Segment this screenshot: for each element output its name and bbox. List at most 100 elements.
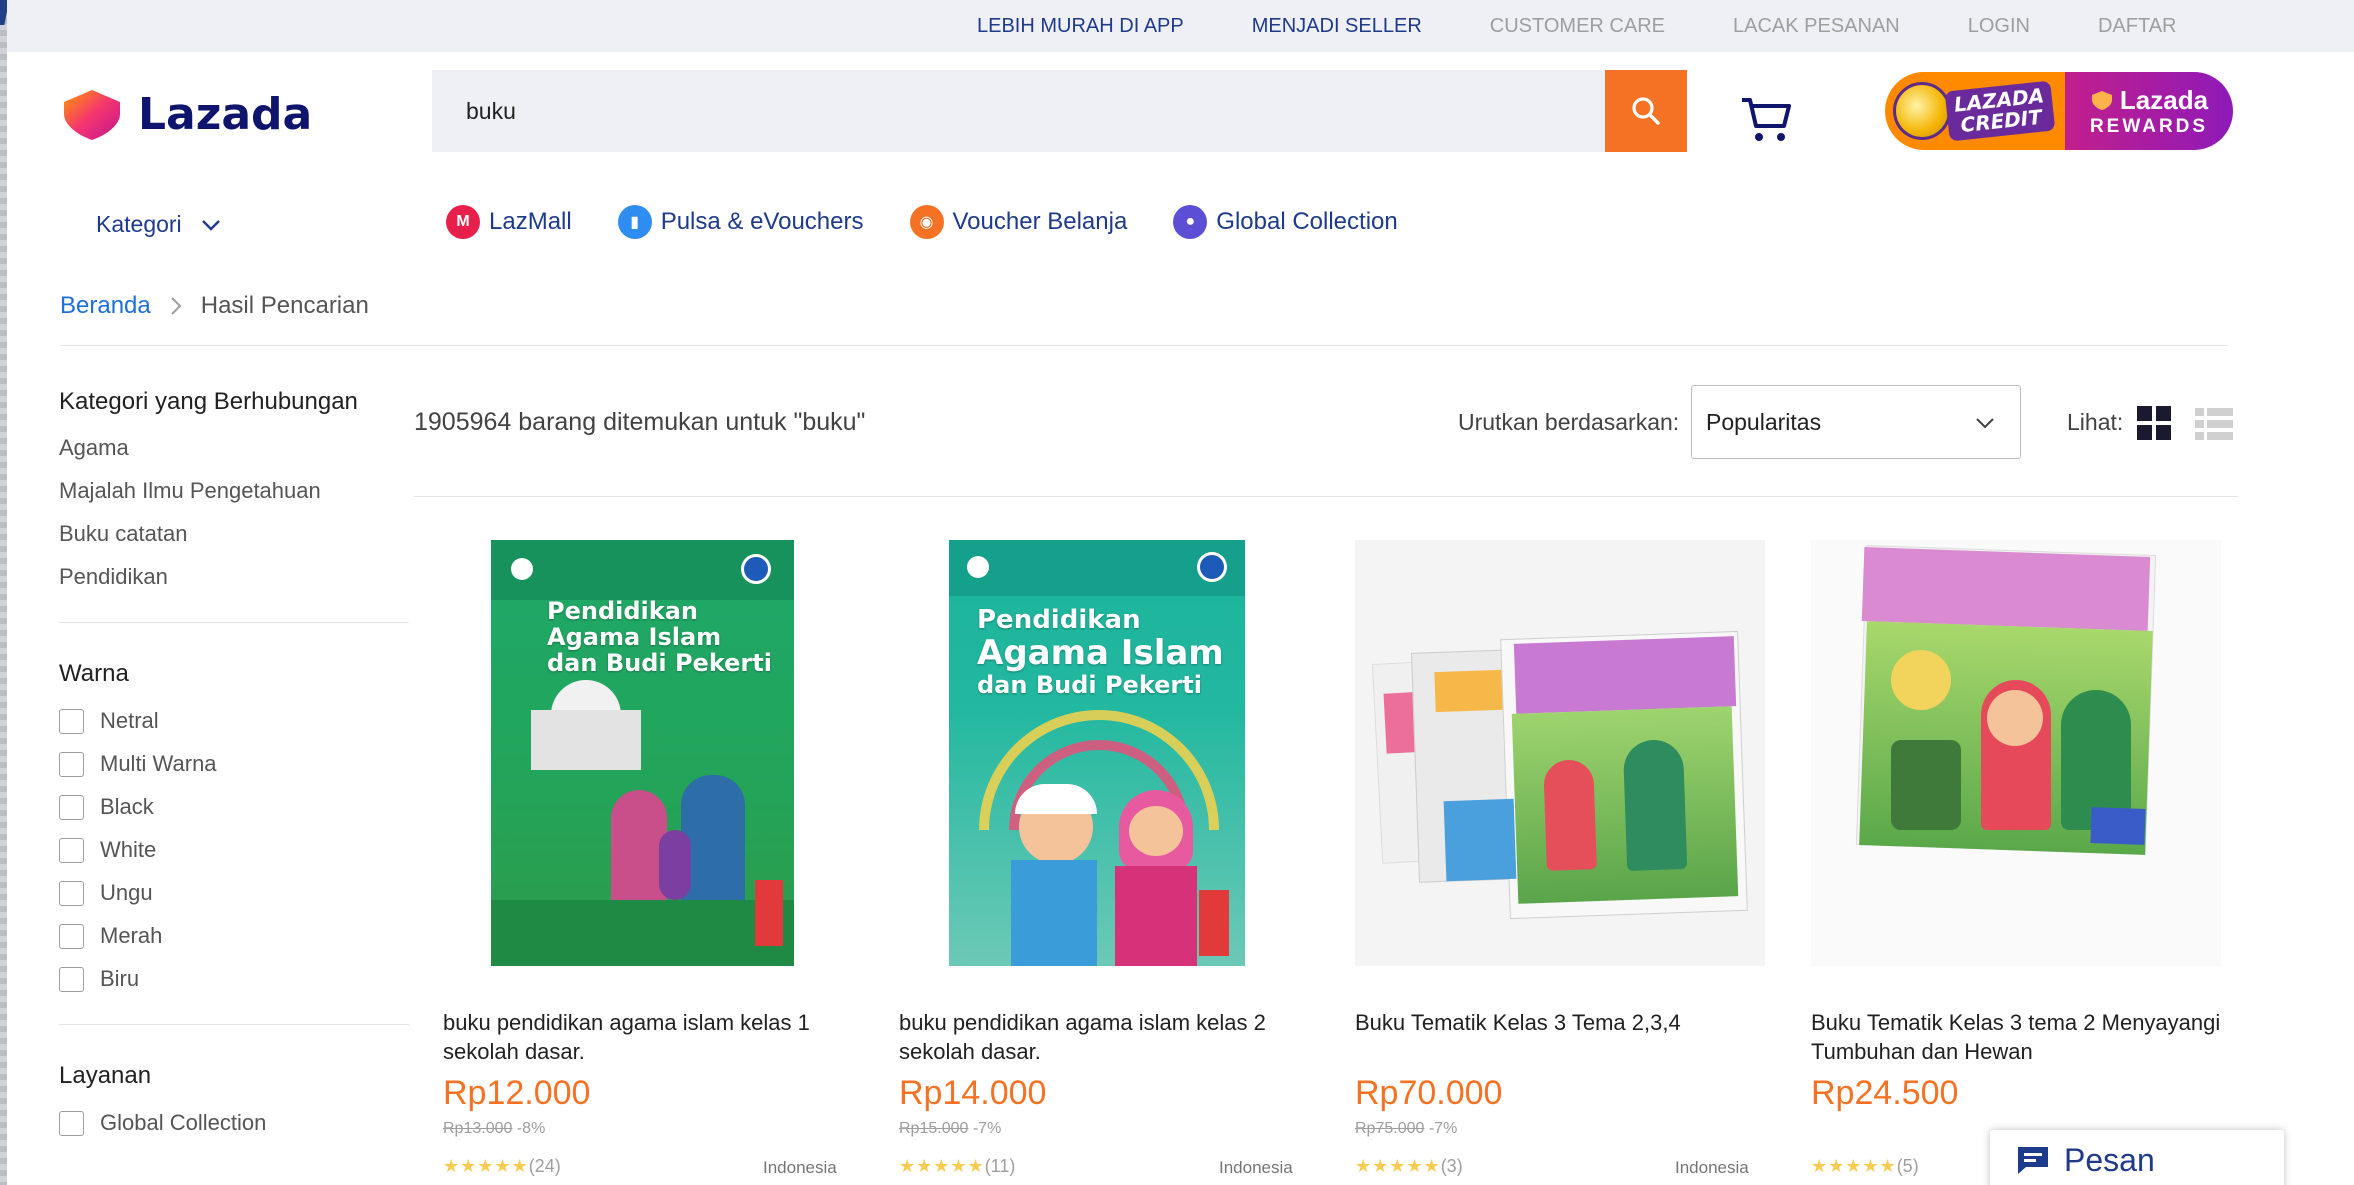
list-view-icon[interactable] — [2195, 408, 2233, 440]
voucher-icon: ◉ — [909, 205, 944, 239]
nav-label: LazMall — [489, 208, 572, 235]
heart-icon — [2091, 91, 2112, 110]
breadcrumb-current: Hasil Pencarian — [200, 292, 369, 319]
product-location: Indonesia — [1675, 1158, 1749, 1177]
top-utility-bar: LEBIH MURAH DI APP MENJADI SELLER CUSTOM… — [7, 0, 2354, 52]
star-rating-icons: ★★★★★ — [899, 1156, 985, 1176]
promo-badges: LAZADA CREDIT Lazada REWARDS — [1885, 72, 2233, 150]
cover-line-3: dan Budi Pekerti — [977, 671, 1202, 699]
top-link-track-order[interactable]: LACAK PESANAN — [1733, 15, 1900, 38]
product-title[interactable]: buku pendidikan agama islam kelas 2 seko… — [899, 1008, 1319, 1066]
checkbox[interactable] — [59, 708, 84, 734]
checkbox[interactable] — [59, 923, 84, 949]
checkbox[interactable] — [59, 751, 84, 777]
color-filter-option[interactable]: Ungu — [59, 880, 409, 906]
product-title[interactable]: Buku Tematik Kelas 3 tema 2 Menyayangi T… — [1811, 1008, 2231, 1066]
related-category-link[interactable]: Pendidikan — [59, 566, 409, 588]
color-filter-option[interactable]: Netral — [59, 708, 409, 734]
lazmall-icon: M — [446, 205, 480, 239]
logo-wordmark: Lazada — [138, 88, 313, 140]
divider — [60, 345, 2228, 346]
related-category-link[interactable]: Buku catatan — [59, 523, 409, 545]
nav-link-global[interactable]: ● Global Collection — [1173, 205, 1398, 239]
color-filter-option[interactable]: Multi Warna — [59, 751, 409, 777]
top-link-app[interactable]: LEBIH MURAH DI APP — [977, 15, 1184, 38]
rating-count: (11) — [984, 1156, 1016, 1176]
chevron-down-icon — [201, 219, 220, 231]
product-location: Indonesia — [1219, 1158, 1293, 1177]
search-input[interactable] — [432, 70, 1607, 152]
color-filter-option[interactable]: Biru — [59, 966, 409, 992]
color-filter-title: Warna — [59, 660, 129, 687]
lazada-logo[interactable]: Lazada — [60, 86, 312, 142]
discount: -8% — [516, 1120, 546, 1137]
product-image[interactable]: Pendidikan Agama Islam dan Budi Pekerti — [491, 540, 794, 966]
chat-label: Pesan — [2064, 1141, 2155, 1178]
related-category-link[interactable]: Agama — [59, 437, 409, 459]
kategori-dropdown[interactable]: Kategori — [96, 211, 222, 238]
nav-link-pulsa[interactable]: ▮ Pulsa & eVouchers — [617, 205, 864, 239]
search-button[interactable] — [1605, 70, 1687, 152]
product-price: Rp12.000 — [443, 1074, 591, 1112]
product-location: Indonesia — [763, 1158, 837, 1177]
rewards-top: Lazada — [2090, 85, 2208, 116]
pulsa-icon: ▮ — [617, 205, 652, 239]
left-edge-strip — [0, 0, 7, 1185]
checkbox-label: Netral — [100, 708, 159, 733]
product-original-price: Rp15.000 -7% — [899, 1120, 1001, 1138]
checkbox[interactable] — [59, 794, 84, 820]
checkbox[interactable] — [59, 880, 84, 906]
chat-bubble-icon — [2018, 1147, 2048, 1174]
product-price: Rp70.000 — [1355, 1074, 1503, 1112]
breadcrumb-home[interactable]: Beranda — [60, 292, 151, 320]
chat-button[interactable]: Pesan — [1990, 1130, 2284, 1185]
product-image[interactable]: Pendidikan Agama Islam dan Budi Pekerti — [949, 540, 1245, 966]
product-rating: ★★★★★ (3) — [1355, 1156, 1463, 1177]
sort-label: Urutkan berdasarkan: — [1458, 409, 1680, 435]
top-link-login[interactable]: LOGIN — [1968, 15, 2030, 38]
color-filter-option[interactable]: White — [59, 837, 409, 863]
discount: -7% — [972, 1120, 1002, 1137]
product-title[interactable]: Buku Tematik Kelas 3 Tema 2,3,4 — [1355, 1008, 1775, 1037]
service-filter-option[interactable]: Global Collection — [59, 1110, 409, 1136]
original-price: Rp15.000 — [899, 1120, 969, 1137]
product-title[interactable]: buku pendidikan agama islam kelas 1 seko… — [443, 1008, 863, 1066]
original-price: Rp75.000 — [1355, 1120, 1425, 1137]
divider — [59, 622, 409, 623]
product-image[interactable] — [1811, 540, 2221, 966]
cover-line-2: Agama Islam — [977, 633, 1224, 673]
cart-icon[interactable] — [1738, 92, 1794, 148]
nav-label: Pulsa & eVouchers — [660, 208, 864, 235]
top-link-seller[interactable]: MENJADI SELLER — [1252, 15, 1422, 38]
product-rating: ★★★★★ (24) — [443, 1156, 561, 1177]
checkbox-label: Black — [100, 794, 154, 819]
checkbox-label: Ungu — [100, 880, 153, 905]
checkbox-label: Global Collection — [100, 1110, 267, 1135]
grid-view-icon[interactable] — [2137, 406, 2171, 440]
checkbox[interactable] — [59, 966, 84, 992]
product-rating: ★★★★★ (11) — [899, 1156, 1015, 1177]
sort-dropdown[interactable]: Popularitas — [1691, 385, 2021, 459]
breadcrumb: Beranda Hasil Pencarian — [60, 292, 369, 320]
nav-link-lazmall[interactable]: M LazMall — [446, 205, 572, 239]
nav-label: Global Collection — [1216, 208, 1398, 235]
service-filter-title: Layanan — [59, 1062, 152, 1089]
nav-link-voucher[interactable]: ◉ Voucher Belanja — [909, 205, 1127, 239]
top-link-signup[interactable]: DAFTAR — [2098, 15, 2177, 38]
category-nav: M LazMall ▮ Pulsa & eVouchers ◉ Voucher … — [446, 205, 1444, 239]
lazada-credit-badge[interactable]: LAZADA CREDIT — [1885, 72, 2065, 150]
search-icon — [1632, 97, 1660, 125]
lazada-rewards-badge[interactable]: Lazada REWARDS — [2065, 72, 2233, 150]
related-category-link[interactable]: Majalah Ilmu Pengetahuan — [59, 480, 409, 502]
color-filter-option[interactable]: Merah — [59, 923, 409, 949]
checkbox-label: Biru — [100, 966, 140, 991]
star-rating-icons: ★★★★★ — [1811, 1156, 1897, 1176]
checkbox[interactable] — [59, 837, 84, 863]
product-image[interactable] — [1355, 540, 1765, 966]
cover-title: Pendidikan Agama Islam dan Budi Pekerti — [547, 597, 772, 677]
product-price: Rp14.000 — [899, 1074, 1047, 1112]
color-filter-option[interactable]: Black — [59, 794, 409, 820]
checkbox-label: Multi Warna — [100, 751, 217, 776]
top-link-customer-care[interactable]: CUSTOMER CARE — [1490, 15, 1665, 38]
checkbox[interactable] — [59, 1110, 84, 1136]
